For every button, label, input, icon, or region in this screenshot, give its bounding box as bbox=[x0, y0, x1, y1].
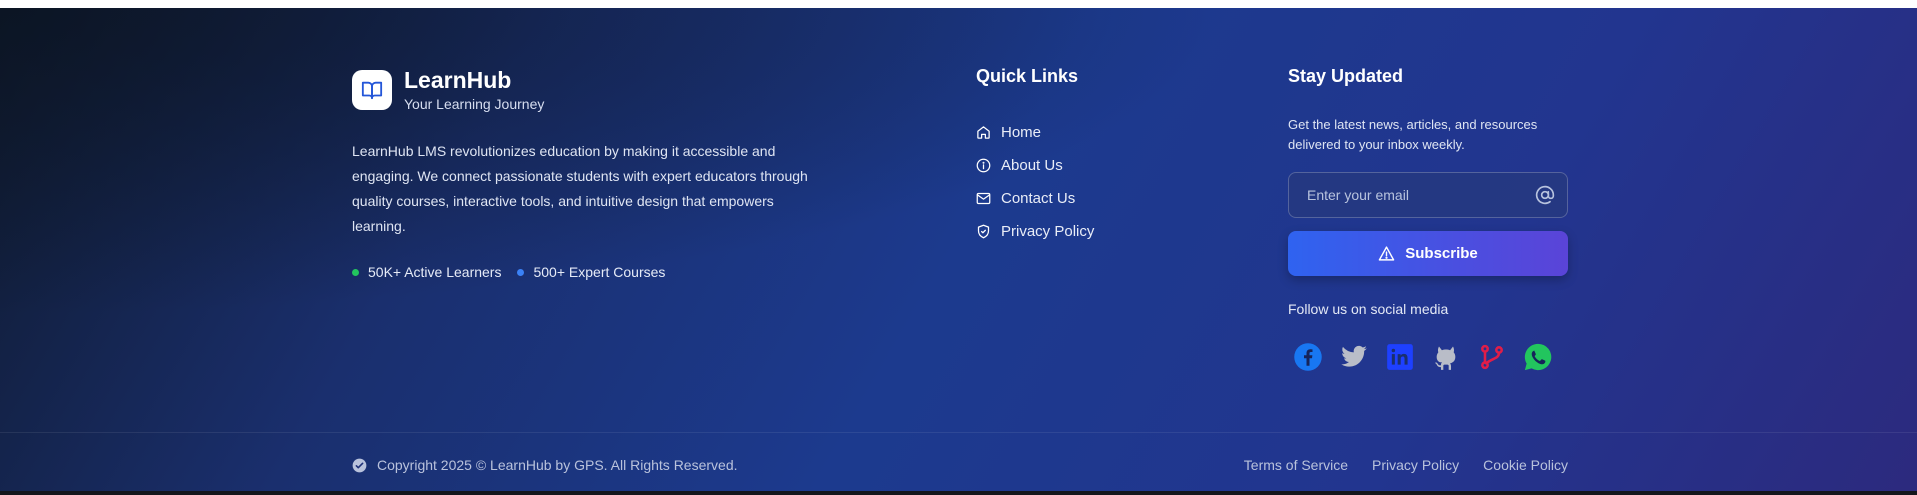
quick-links-title: Quick Links bbox=[976, 66, 1079, 86]
stat-label: 50K+ Active Learners bbox=[368, 264, 502, 280]
github-icon bbox=[1435, 346, 1456, 370]
subscribe-label: Subscribe bbox=[1405, 245, 1478, 262]
shield-icon bbox=[977, 224, 990, 239]
status-dot bbox=[352, 268, 359, 276]
terms-of-service-link[interactable]: Terms of Service bbox=[1244, 457, 1348, 473]
newsletter-description: Get the latest news, articles, and resou… bbox=[1288, 117, 1538, 152]
quick-link-about[interactable]: About Us bbox=[976, 149, 1094, 182]
facebook-icon bbox=[1294, 343, 1322, 371]
copyright: Copyright 2025 © LearnHub by GPS. All Ri… bbox=[352, 457, 738, 473]
quick-link-label: Privacy Policy bbox=[1001, 223, 1095, 240]
subscribe-button[interactable]: Subscribe bbox=[1288, 231, 1568, 276]
stat-learners: 50K+ Active Learners bbox=[352, 264, 501, 280]
follow-label: Follow us on social media bbox=[1288, 301, 1449, 317]
quick-link-label: Home bbox=[1001, 124, 1042, 141]
site-footer: LearnHub Your Learning Journey LearnHub … bbox=[0, 8, 1917, 491]
brand-tagline: Your Learning Journey bbox=[404, 96, 545, 112]
bottom-strip bbox=[0, 491, 1917, 495]
github-link[interactable] bbox=[1431, 342, 1461, 372]
twitter-icon bbox=[1341, 345, 1367, 367]
quick-link-label: About Us bbox=[1001, 157, 1063, 174]
email-field[interactable] bbox=[1305, 186, 1529, 204]
footer-divider bbox=[0, 432, 1917, 433]
git-branch-link[interactable] bbox=[1477, 342, 1507, 372]
whatsapp-link[interactable] bbox=[1523, 342, 1553, 372]
twitter-link[interactable] bbox=[1339, 342, 1369, 372]
alert-triangle-icon bbox=[1378, 246, 1395, 261]
at-sign-icon bbox=[1535, 185, 1555, 205]
brand[interactable]: LearnHub Your Learning Journey bbox=[352, 62, 544, 112]
linkedin-icon bbox=[1387, 344, 1413, 370]
quick-link-privacy[interactable]: Privacy Policy bbox=[976, 215, 1094, 248]
whatsapp-icon bbox=[1524, 343, 1552, 371]
brand-name: LearnHub bbox=[404, 67, 512, 93]
stat-label: 500+ Expert Courses bbox=[533, 264, 666, 280]
linkedin-link[interactable] bbox=[1385, 342, 1415, 372]
quick-link-label: Contact Us bbox=[1001, 190, 1076, 207]
git-branch-icon bbox=[1481, 344, 1503, 370]
check-circle-icon bbox=[352, 458, 367, 472]
home-icon bbox=[977, 126, 990, 139]
quick-links-list: Home About Us Contact Us Privacy Policy bbox=[976, 116, 1094, 248]
email-field-wrapper bbox=[1288, 172, 1568, 218]
info-icon bbox=[976, 158, 991, 173]
social-links bbox=[1293, 342, 1569, 372]
cookie-policy-link[interactable]: Cookie Policy bbox=[1483, 457, 1568, 473]
brand-description: LearnHub LMS revolutionizes education by… bbox=[352, 143, 808, 234]
quick-link-contact[interactable]: Contact Us bbox=[976, 182, 1094, 215]
newsletter-title: Stay Updated bbox=[1288, 66, 1404, 86]
book-open-icon bbox=[352, 70, 392, 110]
status-dot bbox=[517, 268, 525, 276]
stat-courses: 500+ Expert Courses bbox=[517, 264, 665, 280]
privacy-policy-link[interactable]: Privacy Policy bbox=[1372, 457, 1459, 473]
copyright-text: Copyright 2025 © LearnHub by GPS. All Ri… bbox=[377, 457, 738, 473]
mail-icon bbox=[976, 192, 991, 205]
facebook-link[interactable] bbox=[1293, 342, 1323, 372]
stats-row: 50K+ Active Learners 500+ Expert Courses bbox=[352, 264, 681, 280]
quick-link-home[interactable]: Home bbox=[976, 116, 1094, 149]
legal-links: Terms of Service Privacy Policy Cookie P… bbox=[1220, 457, 1568, 473]
